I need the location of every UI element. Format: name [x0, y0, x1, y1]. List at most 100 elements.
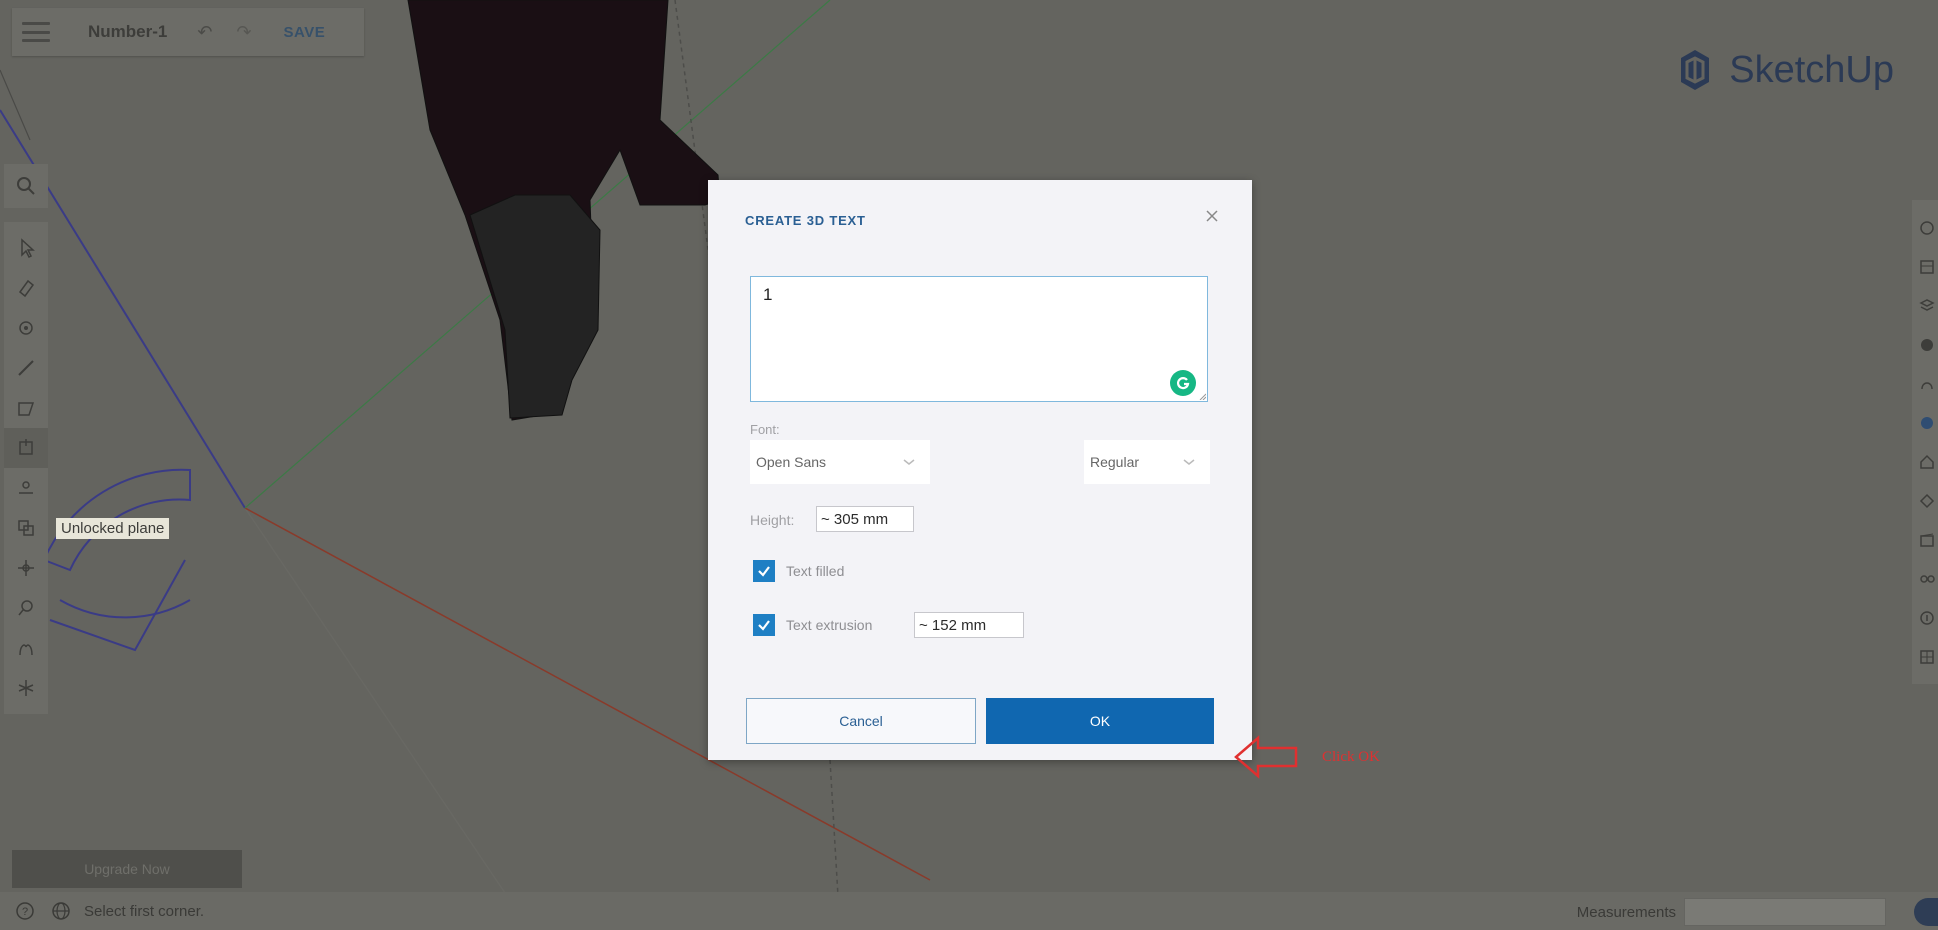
height-label: Height:	[750, 512, 795, 528]
chevron-down-icon	[1183, 459, 1195, 465]
section-icon	[18, 680, 34, 696]
shadows-icon	[1919, 493, 1935, 508]
pencil-tool[interactable]	[4, 348, 48, 388]
top-bar: Number-1 ↶ ↷ SAVE	[12, 8, 364, 56]
section-tool[interactable]	[4, 668, 48, 708]
select-tool[interactable]	[4, 228, 48, 268]
push-pull-icon	[19, 439, 33, 455]
checkmark-icon	[758, 566, 770, 577]
click-ok-annotation: Click OK	[1234, 732, 1380, 782]
styles-button[interactable]	[1912, 364, 1938, 403]
sketchup-logo-icon	[1681, 50, 1710, 90]
search-icon	[17, 177, 35, 195]
unlocked-plane-tooltip: Unlocked plane	[56, 518, 170, 539]
layers-icon	[1921, 416, 1933, 429]
select-icon	[21, 238, 35, 259]
info-icon	[1920, 610, 1934, 625]
resize-handle-icon[interactable]	[1198, 392, 1206, 400]
right-panel-toolbar	[1912, 200, 1938, 684]
text-filled-checkbox[interactable]	[753, 560, 775, 582]
solar-button[interactable]	[1912, 637, 1938, 676]
figure-boot-left	[469, 194, 601, 419]
measurements-box: Measurements	[1577, 898, 1886, 926]
orbit-icon	[18, 600, 33, 616]
instructor-button[interactable]	[1912, 247, 1938, 286]
brand-name: SketchUp	[1729, 48, 1894, 91]
shape-tool[interactable]	[4, 388, 48, 428]
text-input[interactable]	[750, 276, 1208, 402]
search-tool-button[interactable]	[4, 164, 48, 208]
components-button[interactable]	[1912, 286, 1938, 325]
style-select-value: Regular	[1090, 454, 1140, 470]
styles-icon	[1921, 381, 1933, 389]
eraser-icon	[18, 279, 35, 298]
text-filled-label: Text filled	[786, 563, 845, 579]
paint-bucket-tool[interactable]	[4, 308, 48, 348]
solar-icon	[1920, 649, 1934, 664]
shadows-button[interactable]	[1912, 481, 1938, 520]
redo-icon[interactable]: ↷	[236, 22, 251, 43]
text-extrusion-checkbox[interactable]	[753, 614, 775, 636]
ok-button[interactable]: OK	[986, 698, 1214, 744]
globe-icon[interactable]	[50, 900, 72, 922]
upgrade-now-button[interactable]: Upgrade Now	[12, 850, 242, 888]
offset-icon	[18, 520, 34, 536]
left-toolbar	[4, 164, 48, 714]
dialog-title: CREATE 3D TEXT	[745, 213, 866, 228]
chevron-down-icon	[903, 459, 915, 465]
walk-tool[interactable]	[4, 628, 48, 668]
status-message: Select first corner.	[84, 902, 205, 920]
push-pull-tool[interactable]	[4, 428, 48, 468]
extrusion-input[interactable]: ~ 152 mm	[914, 612, 1024, 638]
document-title: Number-1	[88, 22, 168, 41]
shape-icon	[18, 402, 35, 416]
entity-info-button[interactable]	[1912, 208, 1938, 247]
tool-column	[4, 222, 48, 714]
components-icon	[1919, 298, 1935, 311]
pencil-icon	[18, 360, 34, 376]
move-tool[interactable]	[4, 468, 48, 508]
height-input[interactable]: ~ 305 mm	[816, 506, 914, 532]
protractor-bottom	[59, 599, 191, 619]
outliner-button[interactable]	[1912, 520, 1938, 559]
measurements-input[interactable]	[1684, 898, 1886, 926]
display-icon	[1920, 574, 1935, 583]
tape-measure-icon	[18, 560, 34, 576]
instructor-icon	[1920, 259, 1934, 274]
font-select-value: Open Sans	[756, 454, 827, 470]
font-label: Font:	[750, 422, 780, 437]
style-select[interactable]: Regular	[1084, 440, 1210, 484]
text-extrusion-label: Text extrusion	[786, 617, 873, 633]
display-button[interactable]	[1912, 559, 1938, 598]
materials-button[interactable]	[1912, 325, 1938, 364]
blue-axis-dashed	[244, 507, 531, 930]
scenes-icon	[1920, 454, 1934, 469]
orbit-tool[interactable]	[4, 588, 48, 628]
info-button[interactable]	[1912, 598, 1938, 637]
measurements-label: Measurements	[1576, 903, 1676, 921]
corner-logo-button[interactable]	[1914, 898, 1938, 926]
help-icon[interactable]: ?	[14, 900, 36, 922]
scenes-button[interactable]	[1912, 442, 1938, 481]
annotation-text: Click OK	[1322, 748, 1380, 765]
checkmark-icon	[758, 620, 770, 631]
cancel-button[interactable]: Cancel	[746, 698, 976, 744]
svg-text:?: ?	[22, 906, 28, 918]
undo-icon[interactable]: ↶	[197, 22, 212, 43]
save-button[interactable]: SAVE	[284, 24, 326, 41]
materials-icon	[1921, 338, 1933, 351]
entity-info-icon	[1920, 220, 1934, 235]
arrow-left-icon	[1234, 735, 1298, 779]
tape-measure-tool[interactable]	[4, 548, 48, 588]
close-icon[interactable]	[1202, 206, 1222, 226]
brand-logo: SketchUp	[1673, 48, 1894, 92]
layers-button[interactable]	[1912, 403, 1938, 442]
offset-tool[interactable]	[4, 508, 48, 548]
grammarly-icon[interactable]	[1170, 370, 1196, 396]
eraser-tool[interactable]	[4, 268, 48, 308]
move-icon	[19, 481, 33, 494]
walk-icon	[19, 644, 33, 656]
menu-hamburger-icon[interactable]	[22, 22, 50, 42]
font-select[interactable]: Open Sans	[750, 440, 930, 484]
create-3d-text-dialog: CREATE 3D TEXT Font: Open Sans Regular H…	[708, 180, 1252, 760]
